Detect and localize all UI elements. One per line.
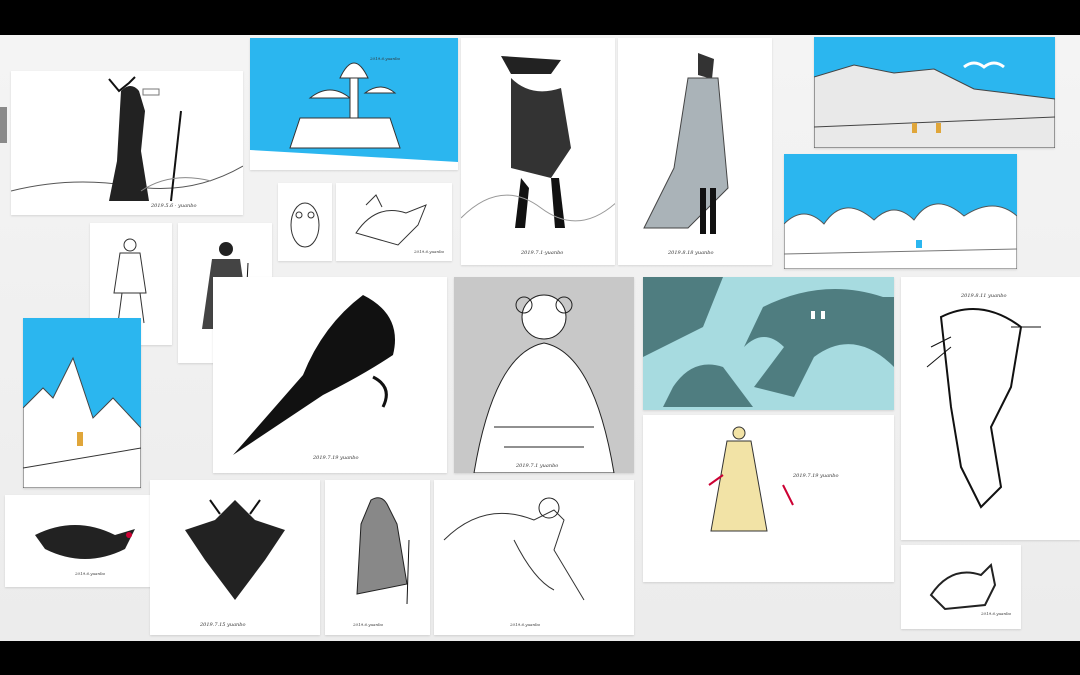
sketch-teal-arches[interactable] (643, 277, 894, 410)
sketch-small-beast[interactable]: 2019.6.yuanbo (336, 183, 452, 261)
signature: 2019.6.yuanbo (413, 249, 445, 254)
signature: 2019.8.11 yuanbo (960, 293, 1007, 299)
sketch-black-wing-creature[interactable]: 2019.7.19 yuanbo (213, 277, 447, 473)
sketch-reaching-figure[interactable]: 2019.6.yuanbo (434, 480, 634, 635)
sketch-owl-art (290, 202, 320, 248)
sketch-clouds-art (784, 154, 1017, 269)
sketch-clouds[interactable] (784, 154, 1017, 269)
signature: 2019.7.19 yuanbo (792, 473, 839, 479)
sketch-tentacle-art: 2019.8.11 yuanbo (926, 293, 1041, 509)
signature: 2019.6.yuanbo (509, 622, 541, 627)
sketch-cloaked-figure[interactable]: 2019.8.18 yuanbo (618, 38, 772, 265)
sketch-yellow-robe-art: 2019.7.19 yuanbo (708, 426, 839, 532)
signature: 2019.5.6 · yuanbo (150, 203, 197, 209)
signature: 2019.6.yuanbo (352, 622, 384, 627)
sketch-elder-art: 2019.6.yuanbo (352, 497, 410, 627)
signature: 2019.8.18 yuanbo (667, 250, 714, 256)
signature: 2019.6.yuanbo (369, 56, 401, 61)
sketch-hooded-figure-art: 2019.5.6 · yuanbo (11, 76, 243, 209)
sketch-cliffs-art (23, 318, 141, 488)
sketch-cliffs-traveler[interactable] (23, 318, 141, 488)
sketch-wing-art: 2019.7.19 yuanbo (233, 295, 395, 461)
sketch-curly-beast[interactable]: 2019.7.1 yuanbo (454, 277, 634, 473)
sketch-masked-wanderer[interactable]: 2019.7.1·yuanbo (461, 38, 615, 265)
sketch-owl-creature[interactable] (278, 183, 332, 261)
sketch-wolf-art: 2019.6.yuanbo (929, 562, 1012, 616)
sketch-mushroom-rock[interactable]: 2019.6.yuanbo (250, 38, 458, 170)
sketch-wolf-beast[interactable]: 2019.6.yuanbo (901, 545, 1021, 629)
signature: 2019.7.1 yuanbo (515, 463, 558, 469)
signature: 2019.7.15 yuanbo (199, 622, 246, 628)
signature: 2019.6.yuanbo (980, 611, 1012, 616)
signature: 2019.7.1·yuanbo (520, 250, 563, 256)
sketch-small-beast-art: 2019.6.yuanbo (355, 194, 445, 254)
art-board: 2019.5.6 · yuanbo 2019.6.yuanbo 2019.7.1… (0, 35, 1080, 641)
sketch-teal-arches-art (643, 277, 894, 410)
sketch-yellow-robed-figure[interactable]: 2019.7.19 yuanbo (643, 415, 894, 582)
sketch-mushroom-art: 2019.6.yuanbo (250, 38, 458, 170)
sketch-tentacle-creature[interactable]: 2019.8.11 yuanbo (901, 277, 1080, 540)
signature: 2019.6.yuanbo (74, 571, 106, 576)
sketch-plateau-art (814, 37, 1055, 148)
sketch-plateau-bird[interactable] (814, 37, 1055, 148)
sketch-reaching-art: 2019.6.yuanbo (443, 497, 585, 627)
sketch-demon-art: 2019.7.15 yuanbo (185, 499, 285, 628)
scroll-handle[interactable] (0, 107, 7, 143)
sketch-masked-wanderer-art: 2019.7.1·yuanbo (461, 56, 615, 256)
signature: 2019.7.19 yuanbo (312, 455, 359, 461)
sketch-hooded-figure-staff[interactable]: 2019.5.6 · yuanbo (11, 71, 243, 215)
sketch-gray-elder[interactable]: 2019.6.yuanbo (325, 480, 430, 635)
image-viewer: 2019.5.6 · yuanbo 2019.6.yuanbo 2019.7.1… (0, 0, 1080, 675)
sketch-symmetrical-demon[interactable]: 2019.7.15 yuanbo (150, 480, 320, 635)
sketch-cloaked-figure-art: 2019.8.18 yuanbo (643, 53, 729, 256)
sketch-curly-beast-art: 2019.7.1 yuanbo (454, 277, 634, 473)
